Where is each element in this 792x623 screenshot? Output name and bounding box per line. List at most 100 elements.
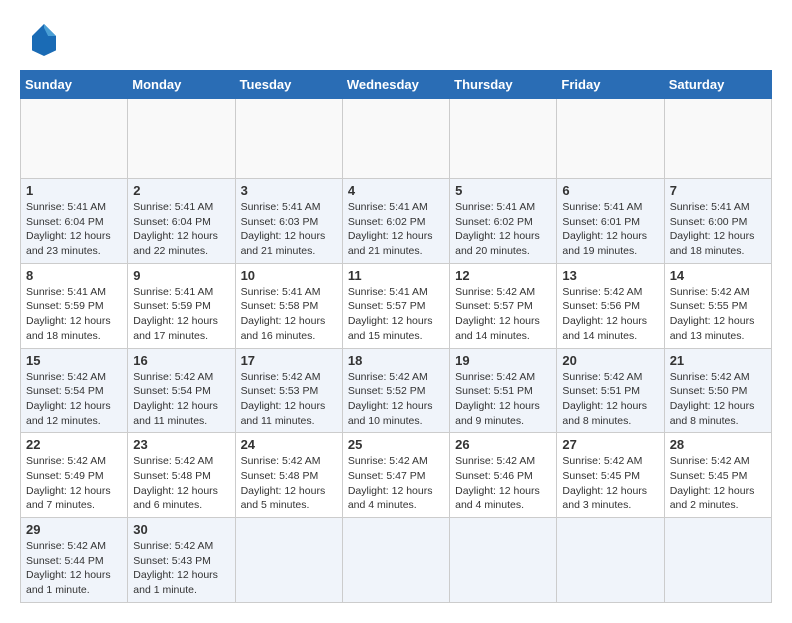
day-cell: 10 Sunrise: 5:41 AMSunset: 5:58 PMDaylig…: [235, 263, 342, 348]
day-info: Sunrise: 5:41 AMSunset: 6:02 PMDaylight:…: [455, 201, 540, 257]
col-header-friday: Friday: [557, 71, 664, 99]
day-info: Sunrise: 5:42 AMSunset: 5:46 PMDaylight:…: [455, 455, 540, 511]
day-info: Sunrise: 5:42 AMSunset: 5:49 PMDaylight:…: [26, 455, 111, 511]
day-info: Sunrise: 5:42 AMSunset: 5:47 PMDaylight:…: [348, 455, 433, 511]
day-cell: 13 Sunrise: 5:42 AMSunset: 5:56 PMDaylig…: [557, 263, 664, 348]
col-header-tuesday: Tuesday: [235, 71, 342, 99]
day-cell: [450, 518, 557, 603]
page-header: [20, 20, 772, 60]
day-info: Sunrise: 5:42 AMSunset: 5:54 PMDaylight:…: [133, 371, 218, 427]
day-number: 22: [26, 437, 122, 452]
day-cell: [21, 99, 128, 179]
day-cell: 16 Sunrise: 5:42 AMSunset: 5:54 PMDaylig…: [128, 348, 235, 433]
day-number: 25: [348, 437, 444, 452]
day-info: Sunrise: 5:42 AMSunset: 5:51 PMDaylight:…: [562, 371, 647, 427]
day-cell: 15 Sunrise: 5:42 AMSunset: 5:54 PMDaylig…: [21, 348, 128, 433]
day-info: Sunrise: 5:41 AMSunset: 6:00 PMDaylight:…: [670, 201, 755, 257]
day-number: 1: [26, 183, 122, 198]
day-cell: 9 Sunrise: 5:41 AMSunset: 5:59 PMDayligh…: [128, 263, 235, 348]
day-info: Sunrise: 5:41 AMSunset: 5:58 PMDaylight:…: [241, 286, 326, 342]
day-info: Sunrise: 5:42 AMSunset: 5:48 PMDaylight:…: [133, 455, 218, 511]
day-cell: [342, 518, 449, 603]
day-cell: 25 Sunrise: 5:42 AMSunset: 5:47 PMDaylig…: [342, 433, 449, 518]
week-row-1: 1 Sunrise: 5:41 AMSunset: 6:04 PMDayligh…: [21, 179, 772, 264]
day-cell: [557, 518, 664, 603]
day-cell: 23 Sunrise: 5:42 AMSunset: 5:48 PMDaylig…: [128, 433, 235, 518]
day-cell: 26 Sunrise: 5:42 AMSunset: 5:46 PMDaylig…: [450, 433, 557, 518]
day-cell: [128, 99, 235, 179]
day-number: 17: [241, 353, 337, 368]
day-info: Sunrise: 5:42 AMSunset: 5:54 PMDaylight:…: [26, 371, 111, 427]
day-number: 4: [348, 183, 444, 198]
day-cell: [235, 518, 342, 603]
day-info: Sunrise: 5:41 AMSunset: 6:04 PMDaylight:…: [26, 201, 111, 257]
day-cell: 11 Sunrise: 5:41 AMSunset: 5:57 PMDaylig…: [342, 263, 449, 348]
day-info: Sunrise: 5:42 AMSunset: 5:51 PMDaylight:…: [455, 371, 540, 427]
col-header-saturday: Saturday: [664, 71, 771, 99]
day-cell: [557, 99, 664, 179]
day-cell: [450, 99, 557, 179]
day-cell: 7 Sunrise: 5:41 AMSunset: 6:00 PMDayligh…: [664, 179, 771, 264]
day-number: 19: [455, 353, 551, 368]
day-info: Sunrise: 5:42 AMSunset: 5:57 PMDaylight:…: [455, 286, 540, 342]
day-number: 14: [670, 268, 766, 283]
day-info: Sunrise: 5:41 AMSunset: 5:57 PMDaylight:…: [348, 286, 433, 342]
day-info: Sunrise: 5:42 AMSunset: 5:48 PMDaylight:…: [241, 455, 326, 511]
day-info: Sunrise: 5:41 AMSunset: 6:02 PMDaylight:…: [348, 201, 433, 257]
col-header-sunday: Sunday: [21, 71, 128, 99]
day-number: 9: [133, 268, 229, 283]
day-cell: [342, 99, 449, 179]
day-cell: [235, 99, 342, 179]
day-cell: 22 Sunrise: 5:42 AMSunset: 5:49 PMDaylig…: [21, 433, 128, 518]
day-info: Sunrise: 5:42 AMSunset: 5:53 PMDaylight:…: [241, 371, 326, 427]
day-number: 11: [348, 268, 444, 283]
day-info: Sunrise: 5:41 AMSunset: 6:01 PMDaylight:…: [562, 201, 647, 257]
day-cell: 3 Sunrise: 5:41 AMSunset: 6:03 PMDayligh…: [235, 179, 342, 264]
day-number: 27: [562, 437, 658, 452]
week-row-0: [21, 99, 772, 179]
day-number: 5: [455, 183, 551, 198]
day-info: Sunrise: 5:41 AMSunset: 6:03 PMDaylight:…: [241, 201, 326, 257]
day-cell: 8 Sunrise: 5:41 AMSunset: 5:59 PMDayligh…: [21, 263, 128, 348]
day-number: 12: [455, 268, 551, 283]
day-cell: 19 Sunrise: 5:42 AMSunset: 5:51 PMDaylig…: [450, 348, 557, 433]
day-info: Sunrise: 5:41 AMSunset: 6:04 PMDaylight:…: [133, 201, 218, 257]
day-number: 26: [455, 437, 551, 452]
day-cell: 24 Sunrise: 5:42 AMSunset: 5:48 PMDaylig…: [235, 433, 342, 518]
calendar-table: SundayMondayTuesdayWednesdayThursdayFrid…: [20, 70, 772, 603]
day-cell: [664, 99, 771, 179]
day-cell: 27 Sunrise: 5:42 AMSunset: 5:45 PMDaylig…: [557, 433, 664, 518]
day-number: 21: [670, 353, 766, 368]
col-header-wednesday: Wednesday: [342, 71, 449, 99]
week-row-5: 29 Sunrise: 5:42 AMSunset: 5:44 PMDaylig…: [21, 518, 772, 603]
day-info: Sunrise: 5:41 AMSunset: 5:59 PMDaylight:…: [133, 286, 218, 342]
day-cell: 30 Sunrise: 5:42 AMSunset: 5:43 PMDaylig…: [128, 518, 235, 603]
day-cell: 1 Sunrise: 5:41 AMSunset: 6:04 PMDayligh…: [21, 179, 128, 264]
day-cell: 28 Sunrise: 5:42 AMSunset: 5:45 PMDaylig…: [664, 433, 771, 518]
day-cell: 21 Sunrise: 5:42 AMSunset: 5:50 PMDaylig…: [664, 348, 771, 433]
day-number: 30: [133, 522, 229, 537]
day-cell: 18 Sunrise: 5:42 AMSunset: 5:52 PMDaylig…: [342, 348, 449, 433]
day-info: Sunrise: 5:42 AMSunset: 5:43 PMDaylight:…: [133, 540, 218, 596]
day-info: Sunrise: 5:42 AMSunset: 5:52 PMDaylight:…: [348, 371, 433, 427]
day-number: 24: [241, 437, 337, 452]
day-cell: 5 Sunrise: 5:41 AMSunset: 6:02 PMDayligh…: [450, 179, 557, 264]
day-number: 7: [670, 183, 766, 198]
day-cell: 20 Sunrise: 5:42 AMSunset: 5:51 PMDaylig…: [557, 348, 664, 433]
week-row-2: 8 Sunrise: 5:41 AMSunset: 5:59 PMDayligh…: [21, 263, 772, 348]
day-cell: [664, 518, 771, 603]
day-number: 23: [133, 437, 229, 452]
day-number: 15: [26, 353, 122, 368]
day-number: 10: [241, 268, 337, 283]
day-number: 16: [133, 353, 229, 368]
day-number: 6: [562, 183, 658, 198]
day-info: Sunrise: 5:42 AMSunset: 5:45 PMDaylight:…: [670, 455, 755, 511]
day-cell: 4 Sunrise: 5:41 AMSunset: 6:02 PMDayligh…: [342, 179, 449, 264]
col-header-thursday: Thursday: [450, 71, 557, 99]
day-cell: 2 Sunrise: 5:41 AMSunset: 6:04 PMDayligh…: [128, 179, 235, 264]
logo: [20, 20, 64, 60]
week-row-3: 15 Sunrise: 5:42 AMSunset: 5:54 PMDaylig…: [21, 348, 772, 433]
day-number: 13: [562, 268, 658, 283]
day-cell: 17 Sunrise: 5:42 AMSunset: 5:53 PMDaylig…: [235, 348, 342, 433]
col-header-monday: Monday: [128, 71, 235, 99]
